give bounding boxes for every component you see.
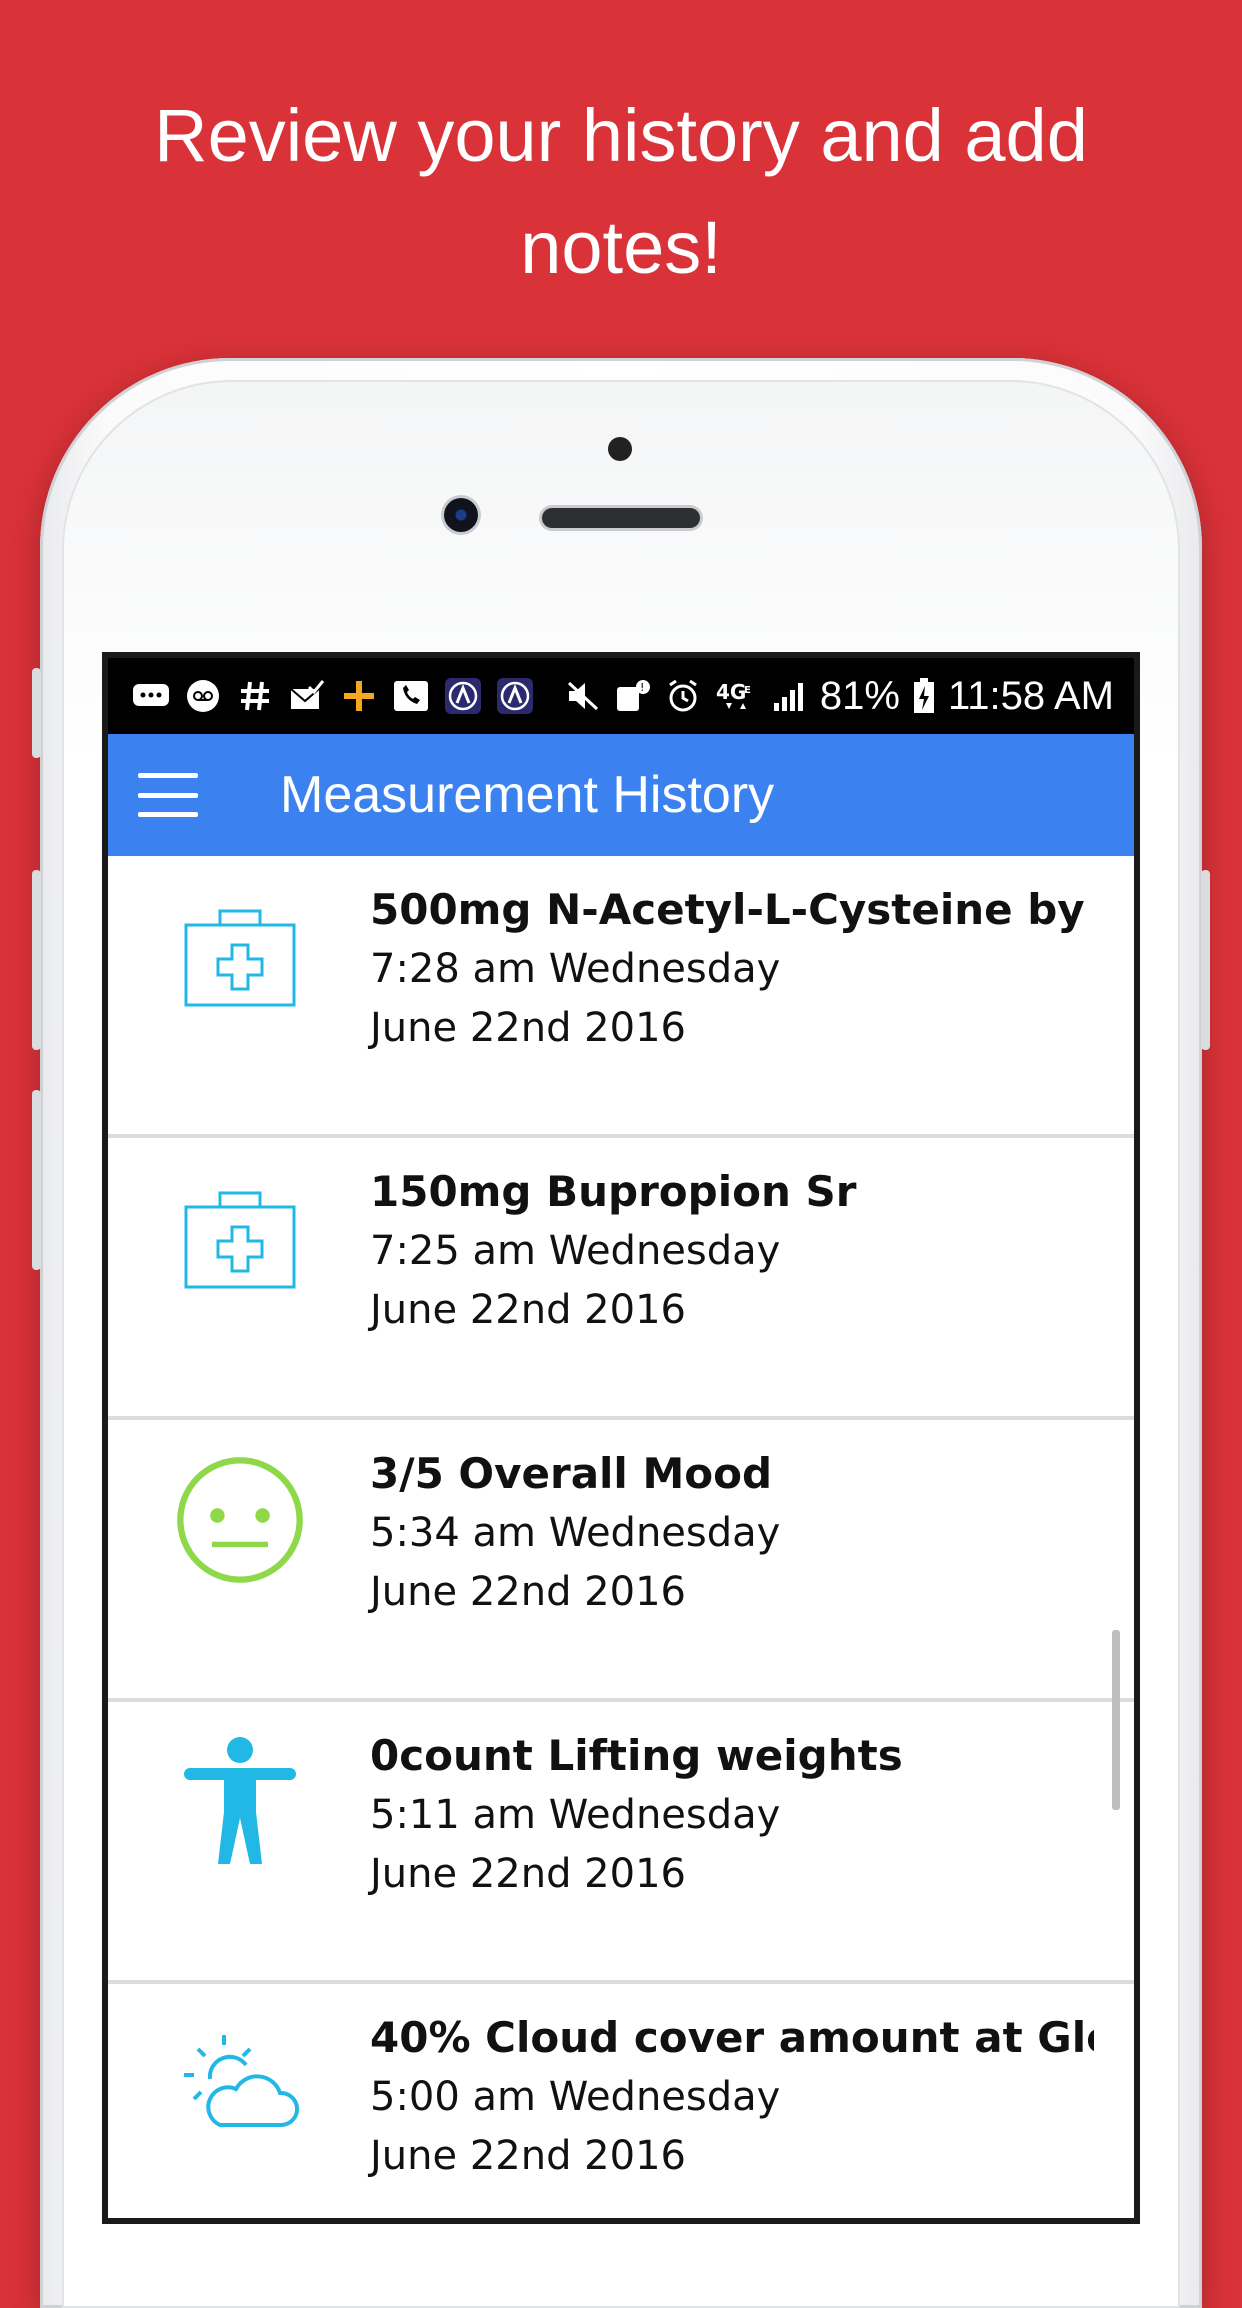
svg-text:!: !: [640, 681, 644, 694]
list-item[interactable]: 3/5 Overall Mood 5:34 am Wednesday June …: [108, 1420, 1134, 1702]
item-time: 5:34 am Wednesday: [370, 1510, 781, 1556]
item-date: June 22nd 2016: [370, 1569, 686, 1615]
voicemail-icon: [184, 679, 222, 713]
phone-icon: [392, 679, 430, 713]
medical-kit-icon: [174, 1172, 306, 1304]
proximity-sensor: [608, 437, 632, 461]
signal-icon: [770, 679, 808, 713]
item-text: 500mg N-Acetyl-L-Cysteine by ... 7:28 am…: [370, 880, 1094, 1058]
phone-volume-up: [32, 870, 41, 1050]
system-status: ! 4G E 81% 11:58 AM: [564, 674, 1114, 719]
wifi-call-icon: !: [614, 679, 652, 713]
item-date: June 22nd 2016: [370, 1005, 686, 1051]
measurement-list: 500mg N-Acetyl-L-Cysteine by ... 7:28 am…: [108, 856, 1134, 2218]
plus-icon: [340, 679, 378, 713]
list-item[interactable]: 150mg Bupropion Sr 7:25 am Wednesday Jun…: [108, 1138, 1134, 1420]
partly-cloudy-icon: [174, 2018, 306, 2150]
item-time: 5:00 am Wednesday: [370, 2074, 781, 2120]
item-date: June 22nd 2016: [370, 2133, 686, 2179]
medical-kit-icon: [174, 890, 306, 1022]
item-time: 5:11 am Wednesday: [370, 1792, 781, 1838]
list-item[interactable]: 0count Lifting weights 5:11 am Wednesday…: [108, 1702, 1134, 1984]
4g-lte-icon: 4G E: [714, 679, 758, 713]
scrollbar[interactable]: [1112, 1630, 1120, 1810]
headline-line-2: notes!: [520, 206, 722, 289]
promo-headline: Review your history and add notes!: [0, 80, 1242, 304]
battery-percent: 81%: [819, 673, 900, 718]
mute-icon: [564, 679, 602, 713]
earpiece-speaker: [542, 508, 700, 528]
item-title: 40% Cloud cover amount at Gle...: [370, 2013, 1094, 2062]
app-bar: Measurement History: [108, 734, 1134, 856]
item-text: 0count Lifting weights 5:11 am Wednesday…: [370, 1726, 1094, 1904]
item-title: 150mg Bupropion Sr: [370, 1167, 857, 1216]
app-a-icon: [496, 678, 534, 714]
item-time: 7:28 am Wednesday: [370, 946, 781, 992]
status-bar: ! 4G E 81% 11:58 AM: [108, 658, 1134, 734]
item-date: June 22nd 2016: [370, 1851, 686, 1897]
headline-line-1: Review your history and add: [154, 94, 1088, 177]
page-title: Measurement History: [280, 766, 775, 824]
clock: 11:58 AM: [947, 673, 1114, 718]
alarm-icon: [664, 679, 702, 713]
notification-icons: [132, 678, 534, 714]
item-title: 3/5 Overall Mood: [370, 1449, 773, 1498]
mail-check-icon: [288, 679, 326, 713]
list-item[interactable]: 40% Cloud cover amount at Gle... 5:00 am…: [108, 1984, 1134, 2218]
phone-side-button: [32, 668, 41, 758]
phone-volume-down: [32, 1090, 41, 1270]
item-title: 500mg N-Acetyl-L-Cysteine by ...: [370, 885, 1094, 934]
hamburger-menu-icon[interactable]: [138, 773, 198, 817]
neutral-face-icon: [174, 1454, 306, 1586]
app-a-icon: [444, 678, 482, 714]
svg-text:4G: 4G: [716, 680, 746, 704]
list-item[interactable]: 500mg N-Acetyl-L-Cysteine by ... 7:28 am…: [108, 856, 1134, 1138]
item-title: 0count Lifting weights: [370, 1731, 903, 1780]
item-text: 150mg Bupropion Sr 7:25 am Wednesday Jun…: [370, 1162, 1094, 1340]
phone-screen: ! 4GE 81% 11:58 AM Measurement History: [108, 658, 1134, 2218]
battery-charging-icon: [912, 678, 936, 713]
front-camera: [444, 498, 478, 532]
item-time: 7:25 am Wednesday: [370, 1228, 781, 1274]
person-icon: [174, 1736, 306, 1868]
hashtag-icon: [236, 679, 274, 713]
item-date: June 22nd 2016: [370, 1287, 686, 1333]
phone-power-button: [1201, 870, 1210, 1050]
item-text: 40% Cloud cover amount at Gle... 5:00 am…: [370, 2008, 1094, 2186]
message-icon: [132, 679, 170, 713]
item-text: 3/5 Overall Mood 5:34 am Wednesday June …: [370, 1444, 1094, 1622]
svg-text:E: E: [744, 685, 751, 696]
